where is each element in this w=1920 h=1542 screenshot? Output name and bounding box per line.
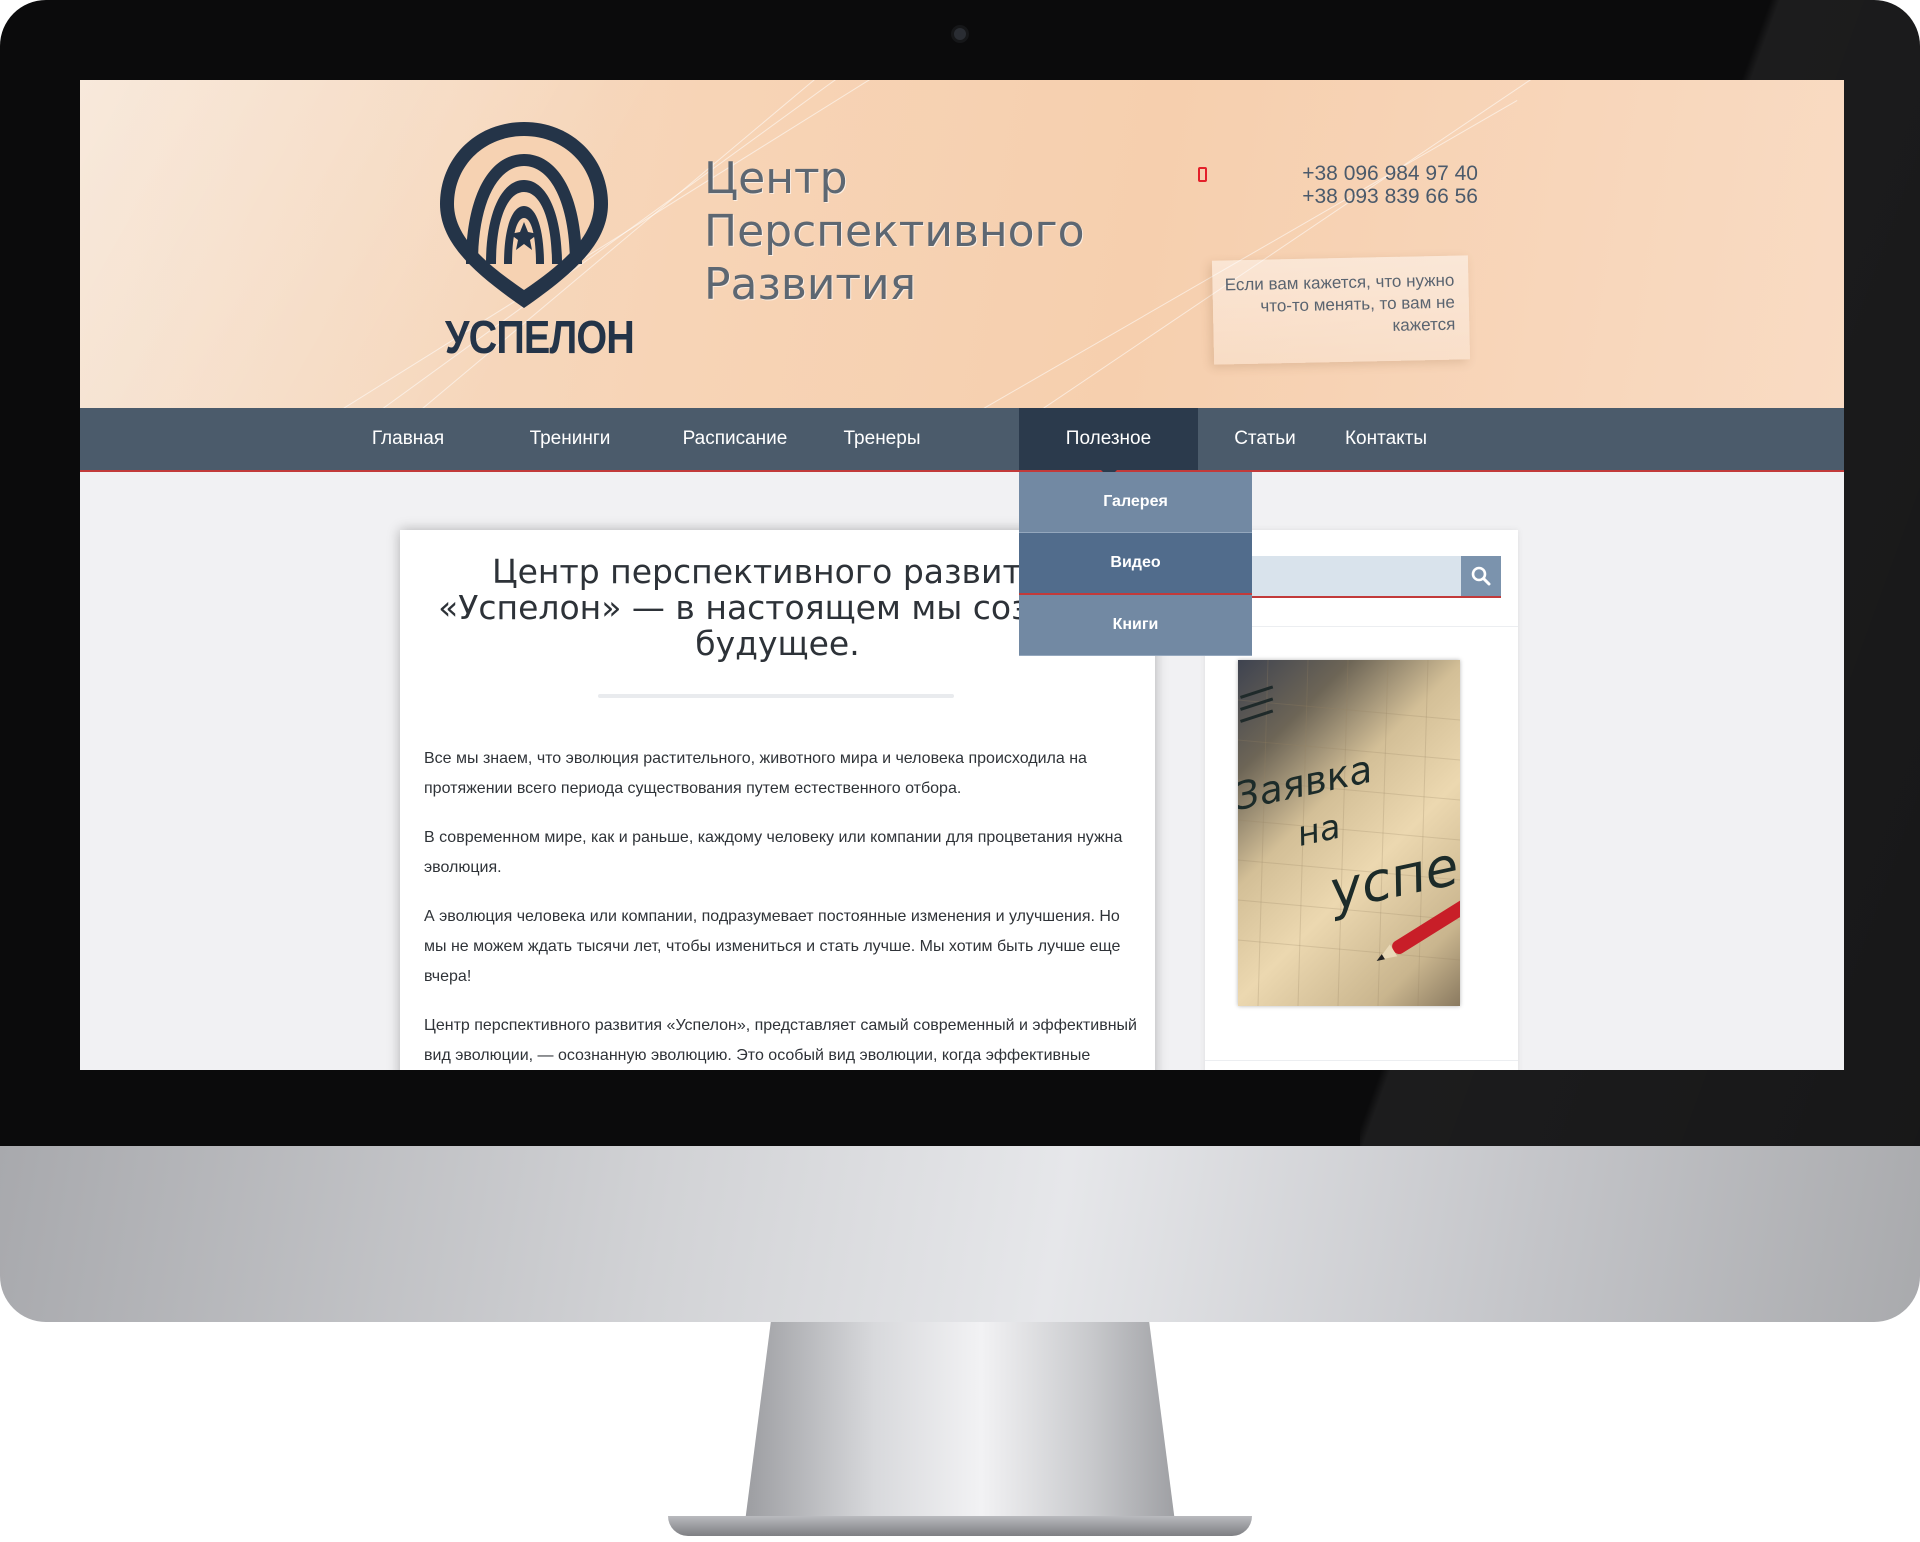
- arch-star-logo-icon: [440, 122, 608, 308]
- nav-item-trainers[interactable]: Тренеры: [822, 408, 942, 470]
- search-input[interactable]: [1219, 556, 1501, 598]
- nav-item-articles[interactable]: Статьи: [1208, 408, 1322, 470]
- dropdown-item-books[interactable]: Книги: [1019, 595, 1252, 656]
- handwritten-line: на: [1294, 807, 1344, 855]
- site-title: Центр Перспективного Развития: [704, 152, 1184, 311]
- monitor-foot: [668, 1516, 1252, 1536]
- site-header: УСПЕЛОН Центр Перспективного Развития +3…: [80, 80, 1844, 408]
- camera-icon: [954, 28, 966, 40]
- nav-item-useful[interactable]: Полезное: [1019, 408, 1198, 478]
- site-title-line: Развития: [704, 259, 917, 310]
- monitor-stand: [745, 1322, 1175, 1522]
- quote-note: Если вам кажется, что нужно что-то менят…: [1211, 255, 1471, 365]
- nav-item-schedule[interactable]: Расписание: [660, 408, 810, 470]
- article-paragraph: А эволюция человека или компании, подраз…: [424, 908, 1121, 985]
- search-button[interactable]: [1461, 556, 1501, 596]
- nav-item-contacts[interactable]: Контакты: [1324, 408, 1448, 470]
- site-title-line: Центр: [704, 153, 848, 204]
- useful-dropdown-menu: Галерея Видео Книги: [1019, 472, 1252, 656]
- search-icon: [1471, 566, 1491, 586]
- handwritten-line: Заявка: [1238, 747, 1376, 819]
- application-banner-image[interactable]: Заявка на успех: [1238, 660, 1460, 1006]
- browser-viewport: УСПЕЛОН Центр Перспективного Развития +3…: [80, 80, 1844, 1070]
- phone-number[interactable]: +38 096 984 97 40: [1218, 162, 1478, 185]
- phone-numbers: +38 096 984 97 40 +38 093 839 66 56: [1198, 162, 1478, 208]
- title-divider: [598, 694, 954, 698]
- site-logo[interactable]: УСПЕЛОН: [432, 114, 635, 364]
- nav-item-trainings[interactable]: Тренинги: [500, 408, 640, 470]
- monitor-chin: [0, 1146, 1920, 1322]
- article-paragraph: В современном мире, как и раньше, каждом…: [424, 829, 1123, 876]
- site-title-line: Перспективного: [704, 206, 1085, 257]
- nav-item-home[interactable]: Главная: [348, 408, 468, 470]
- article-paragraph: Центр перспективного развития «Успелон»,…: [424, 1017, 1137, 1064]
- sidebar-divider: [1205, 1060, 1518, 1061]
- phone-icon: [1198, 167, 1207, 182]
- quote-text: Если вам кажется, что нужно что-то менят…: [1224, 270, 1456, 335]
- article-paragraph: Все мы знаем, что эволюция растительного…: [424, 750, 1087, 797]
- dropdown-item-video[interactable]: Видео: [1019, 533, 1252, 595]
- article-body: Все мы знаем, что эволюция растительного…: [424, 744, 1139, 1070]
- notebook-photo: Заявка на успех: [1238, 660, 1460, 1006]
- phone-number[interactable]: +38 093 839 66 56: [1218, 185, 1478, 208]
- main-navigation: Главная Тренинги Расписание Тренеры Поле…: [80, 408, 1844, 478]
- notebook-spiral: [1240, 685, 1274, 723]
- dropdown-item-gallery[interactable]: Галерея: [1019, 472, 1252, 533]
- logo-wordmark: УСПЕЛОН: [444, 311, 635, 363]
